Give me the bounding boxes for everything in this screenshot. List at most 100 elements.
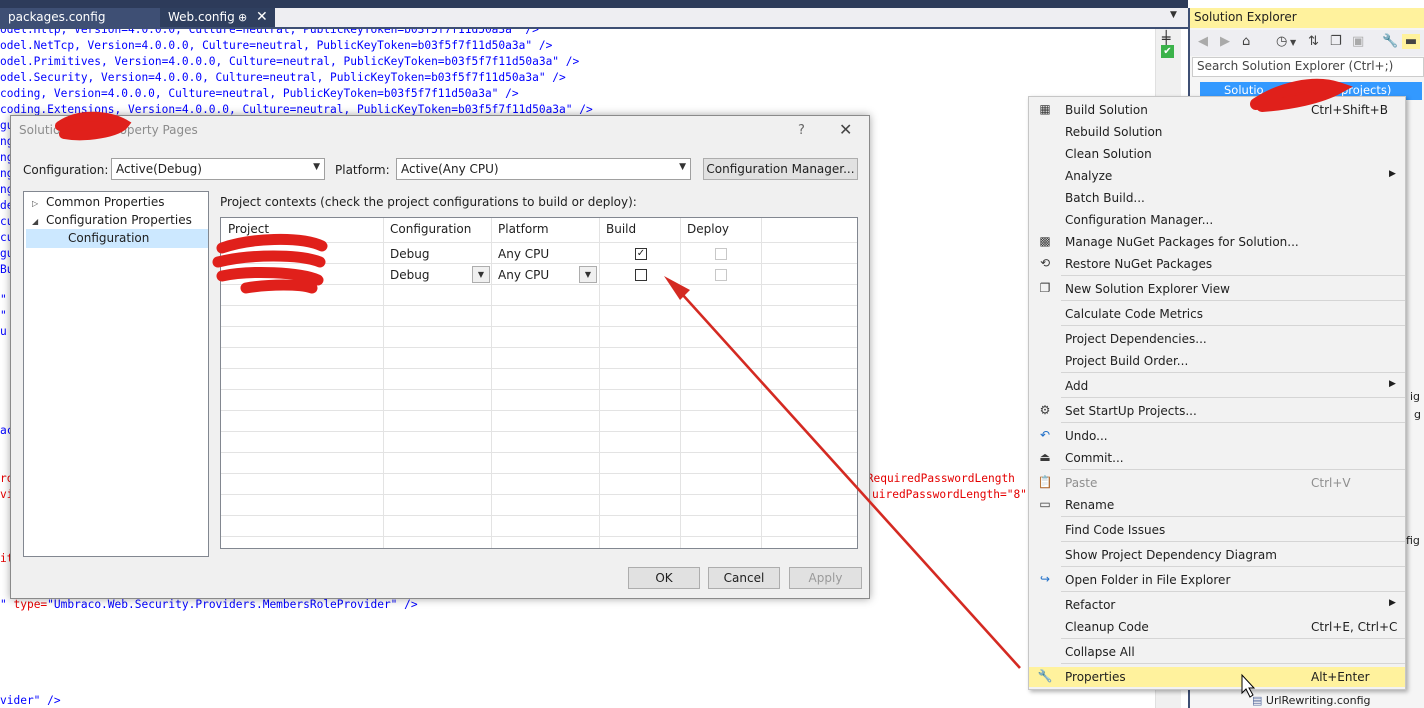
chevron-down-icon[interactable]: ▼ [579,266,597,283]
tab-packages-config[interactable]: packages.config [0,8,160,27]
column-header-deploy[interactable]: Deploy [687,222,729,236]
code-line: odel.Http, Version=4.0.0.0, Culture=neut… [0,29,539,36]
row2-platform[interactable]: Any CPU [498,268,549,282]
solution-property-pages-dialog: Solution Property Pages ? ✕ Configuration… [10,115,870,599]
column-divider [680,218,681,548]
chevron-down-icon: ▼ [679,162,686,172]
row2-configuration[interactable]: Debug [390,268,429,282]
code-line: odel.Primitives, Version=4.0.0.0, Cultur… [0,55,580,68]
solution-search-input[interactable]: Search Solution Explorer (Ctrl+;) [1192,57,1424,77]
minus-icon[interactable]: ▬ [1402,34,1420,49]
platform-select[interactable]: Active(Any CPU) ▼ [396,158,691,180]
tab-overflow-dropdown-icon[interactable]: ▼ [1170,10,1177,20]
tree-item-configuration[interactable]: Configuration [68,231,149,245]
collapse-icon[interactable]: ◢ [32,217,46,226]
row-divider [221,536,857,537]
menu-item-show-dependency-diagram[interactable]: Show Project Dependency Diagram [1029,545,1405,565]
row-divider [221,347,857,348]
tab-label: Web.config [168,10,235,24]
tree-item-fragment[interactable]: ig [1410,390,1420,403]
open-folder-icon: ↪ [1039,572,1051,586]
row1-build-checkbox[interactable]: ✓ [635,248,647,260]
menu-item-open-folder[interactable]: ↪ Open Folder in File Explorer [1029,570,1405,590]
code-line: coding, Version=4.0.0.0, Culture=neutral… [0,87,519,100]
configuration-manager-button[interactable]: Configuration Manager... [703,158,858,180]
submenu-arrow-icon: ▶ [1389,169,1396,179]
config-file-icon: ▤ [1252,694,1266,707]
chevron-down-icon[interactable]: ▼ [1290,38,1296,47]
tree-item-fragment[interactable]: g [1414,408,1421,421]
menu-item-manage-nuget[interactable]: ▩ Manage NuGet Packages for Solution... [1029,232,1405,252]
menu-separator [1061,275,1405,276]
close-button[interactable]: ✕ [839,120,852,139]
column-header-platform[interactable]: Platform [498,222,549,236]
row2-build-checkbox[interactable] [635,269,647,281]
expand-icon[interactable]: ▷ [32,199,46,208]
menu-item-batch-build[interactable]: Batch Build... [1029,188,1405,208]
undo-icon: ↶ [1039,428,1051,442]
chevron-down-icon[interactable]: ▼ [472,266,490,283]
menu-item-new-solution-explorer-view[interactable]: ❐ New Solution Explorer View [1029,279,1405,299]
menu-item-project-dependencies[interactable]: Project Dependencies... [1029,329,1405,349]
paste-icon: 📋 [1037,475,1053,489]
column-header-configuration[interactable]: Configuration [390,222,471,236]
help-button[interactable]: ? [798,123,805,138]
menu-separator [1061,516,1405,517]
column-header-build[interactable]: Build [606,222,636,236]
home-icon[interactable]: ⌂ [1242,34,1250,49]
tree-item-fragment[interactable]: fig [1406,534,1420,547]
configuration-label: Configuration: [23,163,109,177]
menu-item-collapse-all[interactable]: Collapse All [1029,642,1405,662]
sync-icon[interactable]: ⇅ [1308,34,1319,49]
menu-item-set-startup-projects[interactable]: ⚙ Set StartUp Projects... [1029,401,1405,421]
menu-item-rebuild-solution[interactable]: Rebuild Solution [1029,122,1405,142]
menu-item-properties[interactable]: 🔧 Properties Alt+Enter [1029,667,1405,687]
row1-configuration[interactable]: Debug [390,247,429,261]
close-icon[interactable]: ✕ [256,8,268,27]
menu-item-find-code-issues[interactable]: Find Code Issues [1029,520,1405,540]
menu-item-project-build-order[interactable]: Project Build Order... [1029,351,1405,371]
column-header-project[interactable]: Project [228,222,269,236]
tree-item-configuration-properties[interactable]: ◢ Configuration Properties [32,213,192,227]
menu-item-analyze[interactable]: Analyze ▶ [1029,166,1405,186]
show-all-icon[interactable]: ▣ [1352,34,1364,49]
menu-separator [1061,541,1405,542]
wrench-icon[interactable]: 🔧 [1382,34,1398,49]
forward-icon[interactable]: ▶ [1220,34,1230,49]
submenu-arrow-icon: ▶ [1389,598,1396,608]
configuration-select[interactable]: Active(Debug) ▼ [111,158,325,180]
menu-item-calculate-code-metrics[interactable]: Calculate Code Metrics [1029,304,1405,324]
ok-button[interactable]: OK [628,567,700,589]
menu-separator [1061,591,1405,592]
menu-item-build-solution[interactable]: ▦ Build Solution Ctrl+Shift+B [1029,100,1405,120]
menu-item-add[interactable]: Add ▶ [1029,376,1405,396]
tree-item-urlrewriting[interactable]: ▤ UrlRewriting.config [1252,694,1371,707]
tree-item-common-properties[interactable]: ▷ Common Properties [32,195,165,209]
row2-deploy-checkbox [715,269,727,281]
row-divider [221,263,857,264]
new-view-icon: ❐ [1039,281,1051,295]
menu-item-rename[interactable]: ▭ Rename [1029,495,1405,515]
menu-item-configuration-manager[interactable]: Configuration Manager... [1029,210,1405,230]
collapse-icon[interactable]: ❐ [1330,34,1342,49]
history-icon[interactable]: ◷ [1276,34,1287,49]
wrench-icon: 🔧 [1037,669,1053,683]
status-ok-icon: ✔ [1161,45,1174,58]
row1-platform[interactable]: Any CPU [498,247,549,261]
menu-item-refactor[interactable]: Refactor ▶ [1029,595,1405,615]
menu-item-undo[interactable]: ↶ Undo... [1029,426,1405,446]
solution-explorer-toolbar: ◀ ▶ ⌂ ◷ ▼ ⇅ ❐ ▣ 🔧 ▬ [1190,30,1424,56]
apply-button[interactable]: Apply [789,567,862,589]
pin-icon[interactable]: ⊕ [238,8,247,27]
menu-item-restore-nuget[interactable]: ⟲ Restore NuGet Packages [1029,254,1405,274]
menu-item-commit[interactable]: ⏏ Commit... [1029,448,1405,468]
back-icon[interactable]: ◀ [1198,34,1208,49]
menu-separator [1061,300,1405,301]
tab-web-config[interactable]: Web.config ⊕ ✕ [160,8,275,27]
cancel-button[interactable]: Cancel [708,567,780,589]
menu-item-cleanup-code[interactable]: Cleanup Code Ctrl+E, Ctrl+C [1029,617,1405,637]
nuget-icon: ▩ [1039,234,1051,248]
menu-separator [1061,469,1405,470]
code-line: odel.Security, Version=4.0.0.0, Culture=… [0,71,566,84]
menu-item-clean-solution[interactable]: Clean Solution [1029,144,1405,164]
